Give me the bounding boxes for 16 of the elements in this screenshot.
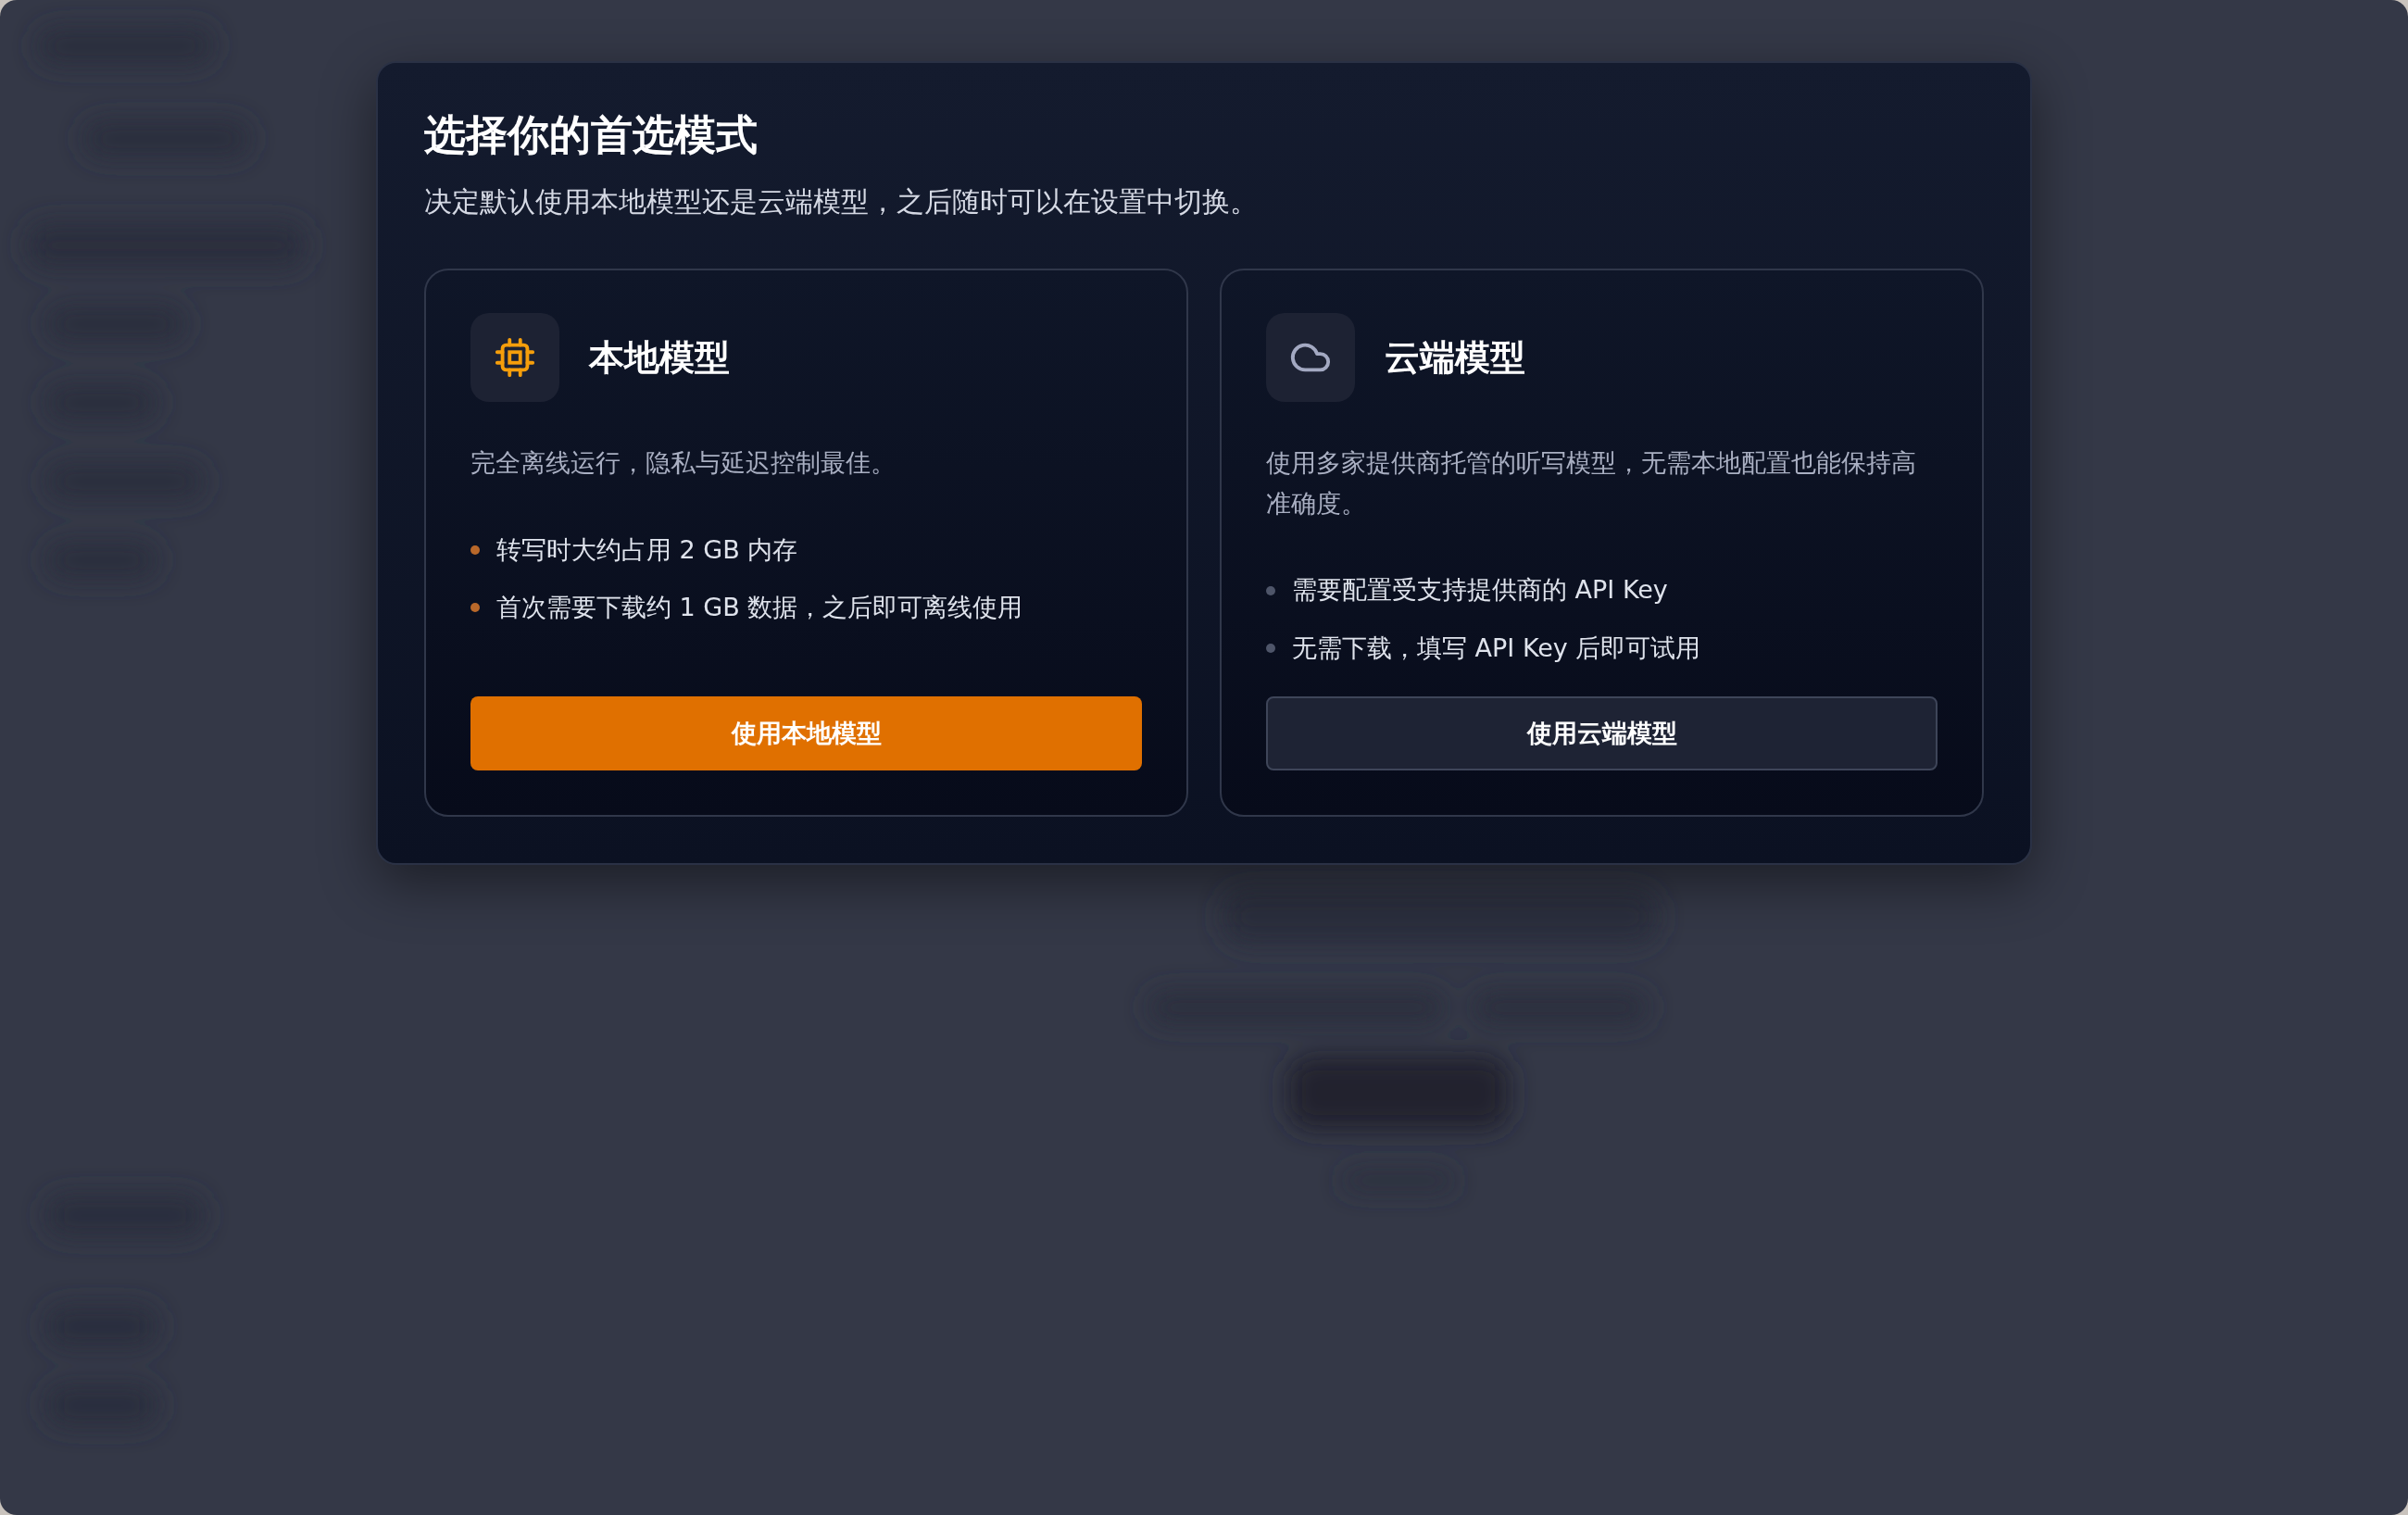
use-cloud-button[interactable]: 使用云端模型 <box>1266 696 1938 770</box>
dialog-subtitle: 决定默认使用本地模型还是云端模型，之后随时可以在设置中切换。 <box>424 184 1259 219</box>
card-description: 完全离线运行，隐私与延迟控制最佳。 <box>470 447 897 479</box>
chip-icon <box>494 336 536 379</box>
bullet-dot <box>1266 585 1275 595</box>
card-title: 云端模型 <box>1385 335 1525 380</box>
dialog-title: 选择你的首选模式 <box>424 109 758 161</box>
bullet-text: 无需下载，填写 API Key 后即可试用 <box>1292 632 1701 664</box>
bullet-dot <box>1266 644 1275 654</box>
card-title: 本地模型 <box>589 335 730 380</box>
bullet-text: 首次需要下载约 1 GB 数据，之后即可离线使用 <box>496 592 1023 624</box>
bullet-text: 需要配置受支持提供商的 API Key <box>1292 574 1668 607</box>
bullet-dot <box>470 545 480 555</box>
card-description: 使用多家提供商托管的听写模型，无需本地配置也能保持高准确度。 <box>1266 447 1917 520</box>
bullet-dot <box>470 603 480 613</box>
bullet-text: 转写时大约占用 2 GB 内存 <box>496 533 798 566</box>
